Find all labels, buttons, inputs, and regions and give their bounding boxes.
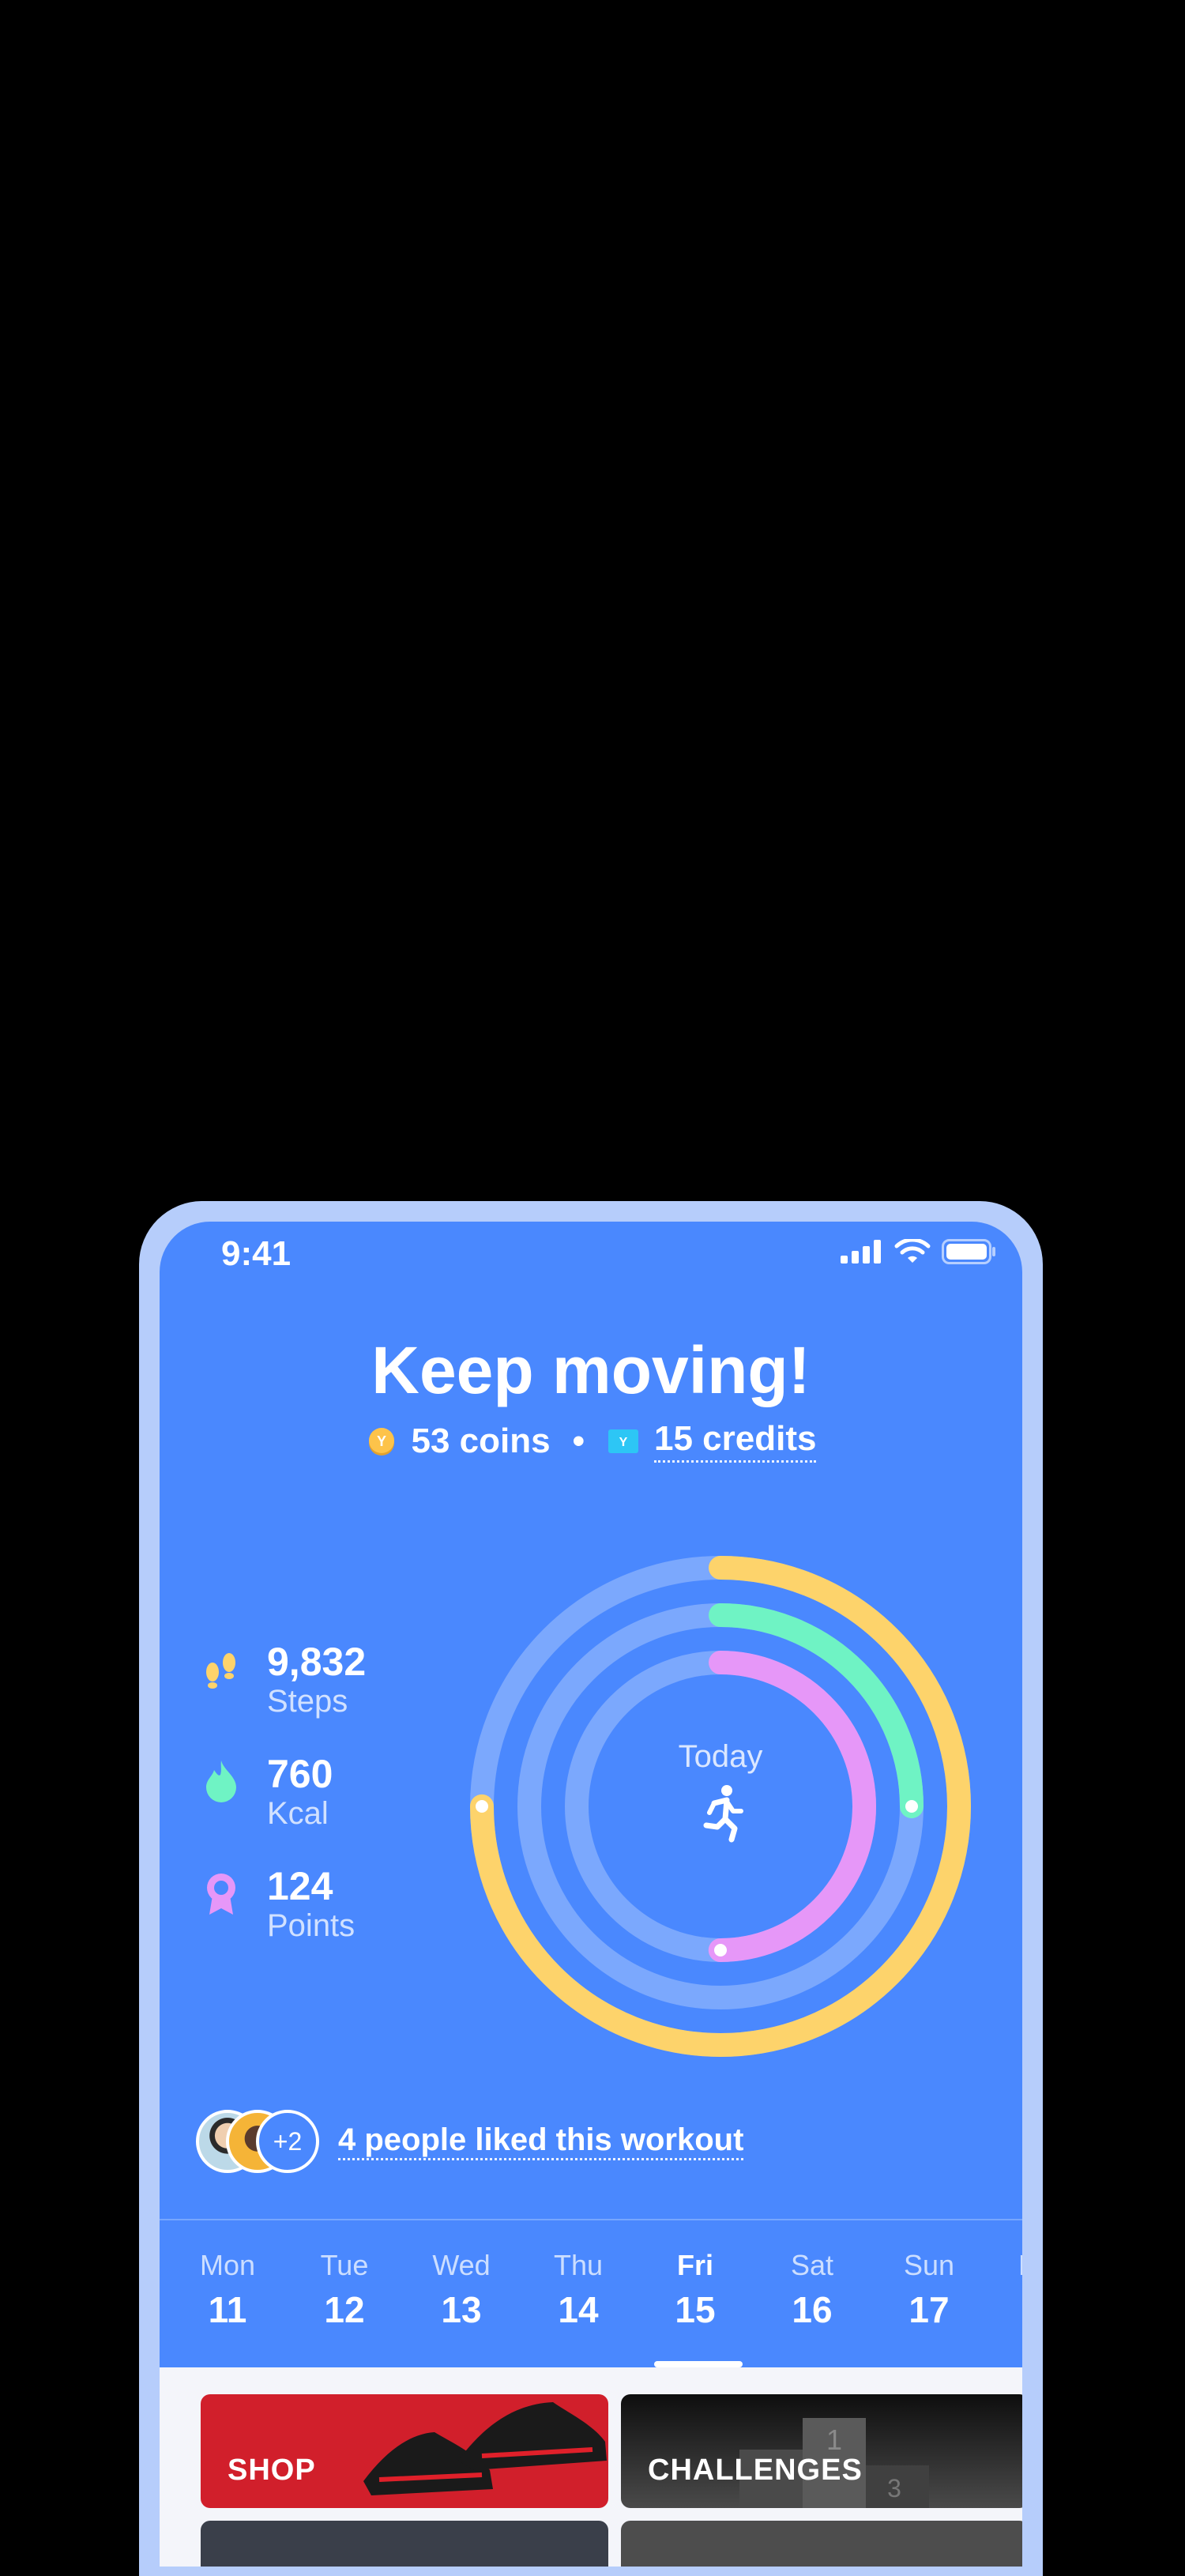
day-wed-13[interactable]: Wed 13 (414, 2249, 509, 2331)
avatar-stack: +2 (196, 2110, 319, 2173)
svg-text:Y: Y (619, 1436, 628, 1449)
page-title: Keep moving! (371, 1333, 811, 1407)
day-name: Sun (903, 2249, 955, 2281)
day-tue-12[interactable]: Tue 12 (297, 2249, 392, 2331)
points-label: Points (267, 1908, 356, 1943)
challenges-card[interactable]: 1 3 CHALLENGES (621, 2394, 1022, 2508)
content-area: SHOP 1 3 CHALLENGES (160, 2367, 1022, 2567)
status-icons (841, 1239, 997, 1264)
balance-separator: • (572, 1421, 585, 1460)
liked-row[interactable]: +2 4 people liked this workout (196, 2110, 744, 2173)
day-name: Mon (999, 2249, 1022, 2282)
content-card[interactable] (201, 2521, 608, 2567)
outer-ring-end-dot (476, 1800, 488, 1813)
day-name: Tue (320, 2249, 369, 2281)
svg-text:3: 3 (887, 2474, 901, 2503)
points-value: 124 (267, 1864, 333, 1908)
avatar-more-count: +2 (256, 2110, 319, 2173)
day-date: 14 (558, 2289, 599, 2330)
content-card[interactable] (621, 2521, 1022, 2567)
footprints-icon (199, 1647, 243, 1691)
app-screen: 9:41 Keep moving! Y 53 coins • Y 15 cred… (160, 1222, 1022, 2567)
day-mon-18[interactable]: Mon 18 (999, 2249, 1022, 2331)
liked-text[interactable]: 4 people liked this workout (338, 2122, 744, 2160)
divider (160, 2219, 1022, 2220)
battery-icon (942, 1239, 995, 1264)
day-name: Thu (553, 2249, 604, 2281)
status-time: 9:41 (221, 1234, 292, 1273)
day-sat-16[interactable]: Sat 16 (765, 2249, 860, 2331)
day-thu-14[interactable]: Thu 14 (531, 2249, 626, 2331)
shop-label: SHOP (228, 2454, 316, 2487)
kcal-value: 760 (267, 1752, 333, 1796)
stat-steps: 9,832 Steps (199, 1640, 366, 1719)
coin-icon: Y (368, 1427, 394, 1456)
day-date: 17 (908, 2289, 950, 2330)
day-date: 15 (675, 2289, 716, 2330)
day-date: 12 (324, 2289, 365, 2330)
balances-row: Y 53 coins • Y 15 credits (160, 1419, 1022, 1463)
shop-card[interactable]: SHOP (201, 2394, 608, 2508)
day-mon-11[interactable]: Mon 11 (180, 2249, 275, 2331)
day-date: 18 (999, 2288, 1022, 2331)
inner-ring-end-dot (714, 1944, 727, 1956)
steps-label: Steps (267, 1684, 348, 1719)
challenges-label: CHALLENGES (648, 2454, 863, 2487)
steps-value: 9,832 (267, 1640, 367, 1684)
day-date: 16 (792, 2289, 833, 2330)
flame-icon (199, 1759, 243, 1803)
credit-ticket-icon: Y (608, 1429, 639, 1453)
active-day-indicator (654, 2361, 743, 2367)
svg-text:1: 1 (826, 2423, 842, 2456)
sneakers-image (363, 2402, 607, 2495)
kcal-label: Kcal (267, 1796, 329, 1831)
day-name: Mon (199, 2249, 256, 2281)
day-date: 11 (208, 2289, 247, 2330)
week-selector: Mon 11 Tue 12 Wed 13 Thu 14 Fri 15 Sat 16 Sun 17 Mon 18 (160, 2249, 1022, 2344)
running-person-icon (703, 1785, 743, 1843)
award-icon (199, 1871, 243, 1915)
day-name: Fri (676, 2249, 713, 2281)
day-name: Sat (790, 2249, 834, 2281)
day-sun-17[interactable]: Sun 17 (882, 2249, 976, 2331)
wifi-icon (894, 1239, 931, 1263)
stat-kcal: 760 Kcal (199, 1753, 333, 1832)
coins-label: 53 coins (411, 1421, 551, 1460)
rings-center-label: Today (679, 1739, 763, 1774)
day-date: 13 (441, 2289, 482, 2330)
svg-text:Y: Y (377, 1433, 386, 1449)
day-fri-15[interactable]: Fri 15 (648, 2249, 743, 2331)
middle-ring-end-dot (905, 1800, 918, 1813)
credits-link[interactable]: 15 credits (654, 1419, 817, 1463)
stat-points: 124 Points (199, 1865, 355, 1944)
signal-icon (841, 1240, 881, 1264)
activity-rings[interactable]: Today (468, 1554, 973, 2059)
day-name: Wed (432, 2249, 491, 2281)
